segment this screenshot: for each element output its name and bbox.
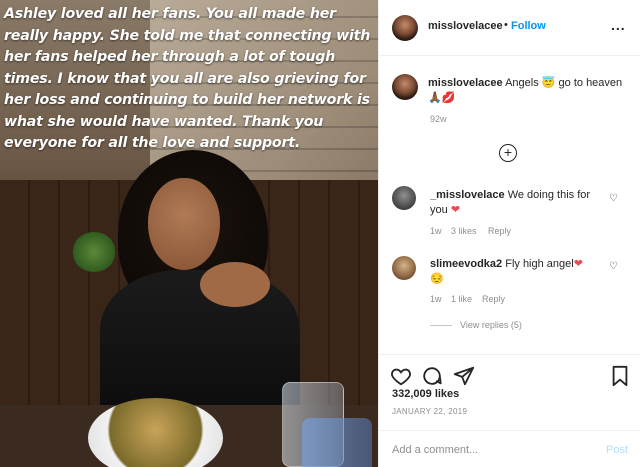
comment-likes[interactable]: 1 like bbox=[451, 294, 472, 304]
red-heart-emoji: ❤ bbox=[450, 204, 461, 216]
bookmark-icon[interactable] bbox=[609, 365, 631, 387]
likes-count[interactable]: 332,009 likes bbox=[392, 388, 459, 400]
herb-sprig bbox=[72, 232, 116, 272]
comment-text: _misslovelace We doing this for you ❤ bbox=[430, 188, 610, 218]
post-photo: Ashley loved all her fans. You all made … bbox=[0, 0, 378, 467]
avatar[interactable] bbox=[392, 186, 416, 210]
avatar[interactable] bbox=[392, 74, 418, 100]
share-icon[interactable] bbox=[453, 365, 475, 387]
author-username[interactable]: misslovelacee bbox=[428, 20, 503, 32]
avatar[interactable] bbox=[392, 15, 418, 41]
red-heart-emoji: ❤ bbox=[573, 258, 583, 270]
lips-emoji: 💋 bbox=[441, 92, 456, 104]
caption-text: misslovelacee Angels 😇 go to heaven 🙏🏾💋 bbox=[428, 76, 628, 106]
more-options-icon[interactable]: ... bbox=[611, 17, 626, 33]
comment-composer: Add a comment... Post bbox=[379, 430, 640, 467]
follow-button[interactable]: Follow bbox=[511, 20, 546, 32]
praying-hands-emoji: 🙏🏾 bbox=[428, 92, 442, 104]
comment-icon[interactable] bbox=[421, 365, 443, 387]
post-header: misslovelacee • Follow ... bbox=[379, 0, 640, 56]
blue-glass bbox=[302, 418, 372, 467]
person-top bbox=[100, 270, 300, 420]
view-replies-button[interactable]: View replies (5) bbox=[430, 320, 522, 330]
post-side-panel: misslovelacee • Follow ... misslovelacee… bbox=[378, 0, 640, 467]
separator-dot: • bbox=[504, 19, 508, 31]
person-face bbox=[148, 178, 220, 270]
heart-icon[interactable] bbox=[390, 365, 412, 387]
comment-username[interactable]: slimeevodka2 bbox=[430, 258, 502, 270]
comment-time: 1w bbox=[430, 294, 442, 304]
post-button[interactable]: Post bbox=[606, 444, 628, 456]
comment-body: Fly high angel bbox=[505, 258, 574, 270]
add-comment-input[interactable]: Add a comment... bbox=[392, 444, 478, 456]
post-date[interactable]: JANUARY 22, 2019 bbox=[392, 407, 467, 416]
avatar[interactable] bbox=[392, 256, 416, 280]
caption-text-after: go to heaven bbox=[558, 77, 623, 89]
caption-username[interactable]: misslovelacee bbox=[428, 77, 503, 89]
caption-time: 92w bbox=[430, 114, 447, 124]
caption-text-before: Angels bbox=[505, 77, 539, 89]
view-replies-label: View replies (5) bbox=[460, 320, 522, 330]
plus-circle-icon[interactable]: + bbox=[499, 144, 517, 162]
replies-divider bbox=[430, 325, 452, 327]
photo-caption: Ashley loved all her fans. You all made … bbox=[4, 6, 371, 151]
comment-likes[interactable]: 3 likes bbox=[451, 226, 477, 236]
like-comment-heart-icon[interactable]: ♡ bbox=[609, 261, 618, 272]
comment-text: slimeevodka2 Fly high angel❤ 😔 bbox=[430, 257, 610, 287]
like-comment-heart-icon[interactable]: ♡ bbox=[609, 193, 618, 204]
reply-button[interactable]: Reply bbox=[488, 226, 511, 236]
comment-username[interactable]: _misslovelace bbox=[430, 189, 505, 201]
person-shoulder bbox=[200, 262, 270, 307]
angel-emoji: 😇 bbox=[541, 77, 556, 89]
comment-time: 1w bbox=[430, 226, 442, 236]
pensive-emoji: 😔 bbox=[430, 273, 444, 285]
reply-button[interactable]: Reply bbox=[482, 294, 505, 304]
